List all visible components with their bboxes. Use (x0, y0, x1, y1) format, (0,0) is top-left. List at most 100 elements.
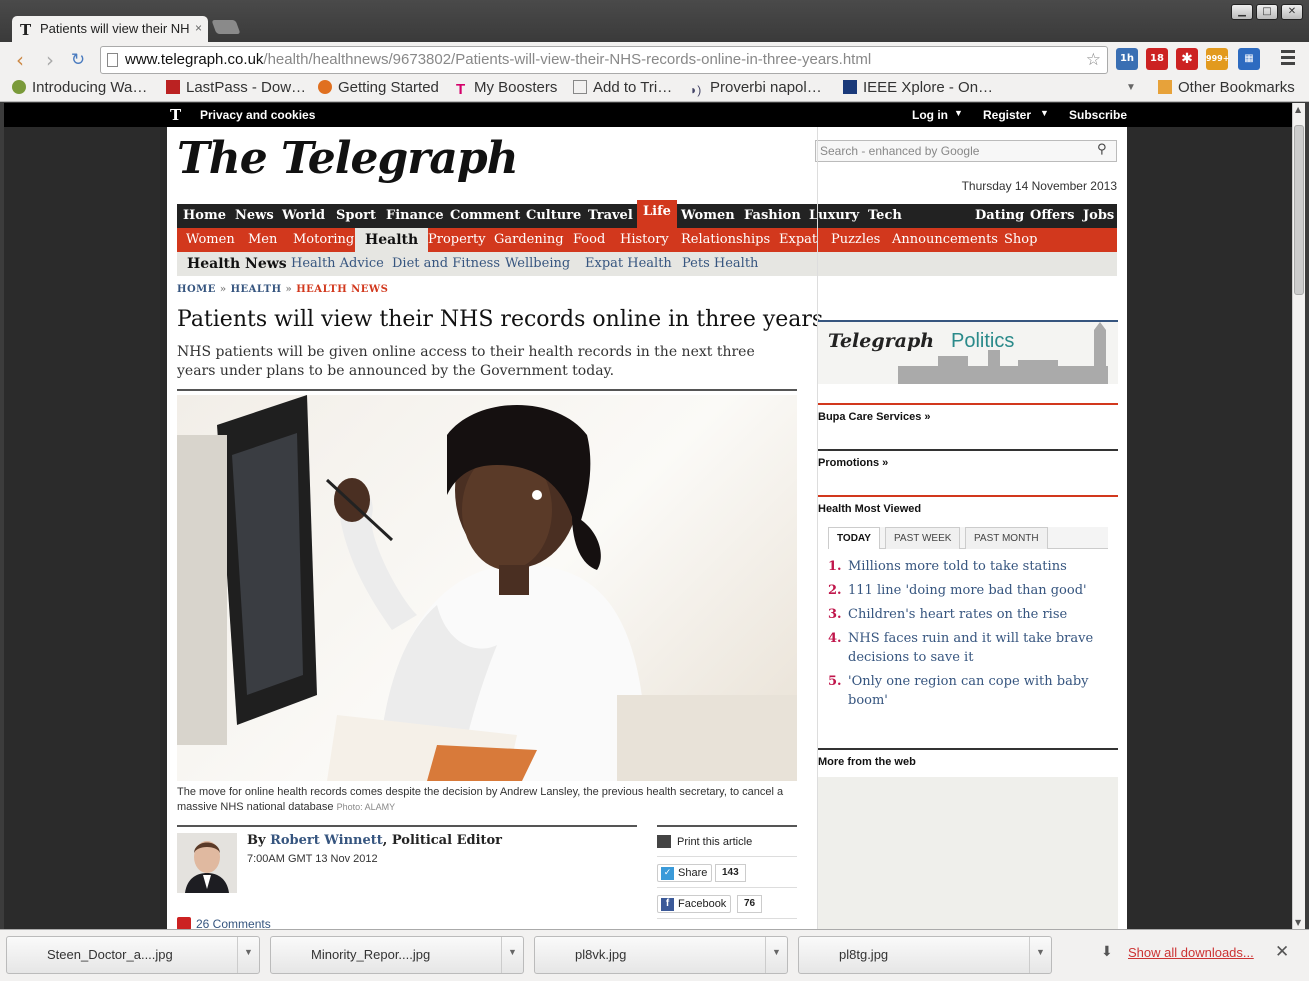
print-link[interactable]: Print this article (677, 836, 752, 848)
bookmark-item[interactable]: ◗) Proverbi napol… (690, 79, 822, 97)
download-item[interactable]: Minority_Repor....jpg ▼ (270, 936, 524, 974)
bookmark-item[interactable]: Add to Tri… (573, 79, 672, 96)
bookmark-item[interactable]: LastPass - Dow… (166, 79, 306, 96)
download-item[interactable]: Steen_Doctor_a....jpg ▼ (6, 936, 260, 974)
woman-at-computer-illustration (177, 395, 797, 781)
login-link[interactable]: Log in (912, 108, 948, 122)
subnav-item[interactable]: Property (428, 232, 486, 247)
reload-icon[interactable]: ↻ (66, 50, 90, 70)
extension-mail-icon[interactable]: 999+ (1206, 48, 1229, 70)
subnav-item[interactable]: Women (186, 232, 235, 247)
extension-grid-icon[interactable]: ▦ (1238, 48, 1260, 70)
audio-icon: ◗) (690, 83, 702, 97)
tab-today[interactable]: TODAY (828, 527, 880, 549)
bookmark-item[interactable]: Introducing Wa… (12, 79, 147, 96)
login-dropdown-icon[interactable]: ▼ (954, 108, 963, 118)
extension-calendar-icon[interactable]: 1h (1116, 48, 1138, 70)
nav-item[interactable]: World (282, 208, 325, 223)
breadcrumb-health[interactable]: HEALTH (231, 284, 282, 295)
author-name-link[interactable]: Robert Winnett (270, 833, 383, 848)
most-viewed-item[interactable]: 3. Children's heart rates on the rise (828, 605, 1108, 624)
extension-lastpass-icon[interactable]: ✱ (1176, 48, 1198, 70)
health-nav-item[interactable]: Wellbeing (505, 256, 570, 271)
most-viewed-item[interactable]: 4. NHS faces ruin and it will take brave … (828, 629, 1108, 667)
close-window-button[interactable]: ✕ (1281, 4, 1303, 20)
most-viewed-item[interactable]: 1. Millions more told to take statins (828, 557, 1108, 576)
show-all-downloads-link[interactable]: Show all downloads... (1128, 945, 1254, 960)
subnav-item[interactable]: Gardening (494, 232, 564, 247)
telegraph-logo[interactable]: The Telegraph (177, 133, 519, 184)
author-portrait-illustration (177, 833, 237, 893)
bupa-link[interactable]: Bupa Care Services » (818, 403, 1118, 423)
address-bar[interactable]: www.telegraph.co.uk/health/healthnews/96… (100, 46, 1108, 74)
maximize-button[interactable]: □ (1256, 4, 1278, 20)
extension-alert-icon[interactable]: 18 (1146, 48, 1168, 70)
nav-item[interactable]: Comment (450, 208, 520, 223)
comments-link[interactable]: 26 Comments (177, 917, 271, 929)
right-sidebar: Telegraph Politics Bupa Care Services » … (817, 127, 1118, 929)
byline: By Robert Winnett, Political Editor 7:00… (177, 825, 637, 893)
health-nav-item[interactable]: Diet and Fitness (392, 256, 500, 271)
nav-item[interactable]: News (235, 208, 274, 223)
scroll-down-icon[interactable]: ▼ (1295, 918, 1301, 927)
subscribe-link[interactable]: Subscribe (1069, 108, 1127, 122)
bookmarks-overflow-icon[interactable]: ▼ (1126, 82, 1136, 93)
scrollbar-thumb[interactable] (1294, 125, 1304, 295)
subnav-item-health-active[interactable]: Health (355, 228, 429, 252)
most-viewed-item[interactable]: 2. 111 line 'doing more bad than good' (828, 581, 1108, 600)
health-nav-item[interactable]: Health Advice (291, 256, 384, 271)
subnav-item[interactable]: Motoring (293, 232, 354, 247)
health-nav-item[interactable]: Pets Health (682, 256, 758, 271)
new-tab-button[interactable] (211, 20, 241, 34)
nav-item[interactable]: Home (183, 208, 226, 223)
register-dropdown-icon[interactable]: ▼ (1040, 108, 1049, 118)
bookmark-item[interactable]: T My Boosters (456, 79, 557, 98)
chrome-menu-icon[interactable] (1281, 50, 1295, 68)
download-menu-icon[interactable]: ▼ (501, 937, 523, 973)
minimize-button[interactable]: ▁ (1231, 4, 1253, 20)
tab-past-month[interactable]: PAST MONTH (965, 527, 1048, 549)
author-avatar[interactable] (177, 833, 237, 893)
browser-tab[interactable]: T Patients will view their NH × (12, 16, 208, 44)
download-item[interactable]: pl8tg.jpg ▼ (798, 936, 1052, 974)
vertical-scrollbar[interactable]: ▲ ▼ (1292, 103, 1305, 929)
download-menu-icon[interactable]: ▼ (237, 937, 259, 973)
share-button[interactable]: ✓ Share (657, 864, 713, 882)
back-icon[interactable]: ‹ (8, 48, 32, 72)
close-downloads-icon[interactable]: ✕ (1275, 942, 1289, 962)
download-item[interactable]: pl8vk.jpg ▼ (534, 936, 788, 974)
nav-item[interactable]: Travel (588, 208, 633, 223)
privacy-link[interactable]: Privacy and cookies (200, 108, 315, 122)
health-nav-item[interactable]: Expat Health (585, 256, 672, 271)
bookmark-star-icon[interactable]: ☆ (1086, 50, 1101, 70)
other-bookmarks[interactable]: Other Bookmarks (1158, 79, 1295, 96)
subnav-item[interactable]: Men (248, 232, 277, 247)
tab-past-week[interactable]: PAST WEEK (885, 527, 961, 549)
breadcrumb-home[interactable]: HOME (177, 284, 216, 295)
telegraph-politics-banner[interactable]: Telegraph Politics (818, 320, 1118, 384)
facebook-button[interactable]: f Facebook (657, 895, 732, 913)
subnav-item[interactable]: Food (573, 232, 605, 247)
download-menu-icon[interactable]: ▼ (1029, 937, 1051, 973)
breadcrumb-health-news[interactable]: HEALTH NEWS (296, 284, 388, 295)
download-menu-icon[interactable]: ▼ (765, 937, 787, 973)
print-row[interactable]: Print this article (657, 827, 797, 857)
nav-item[interactable]: Culture (526, 208, 581, 223)
health-nav-item-active[interactable]: Health News (187, 256, 287, 272)
nav-item[interactable]: Sport (336, 208, 376, 223)
nav-item[interactable]: Fashion (744, 208, 801, 223)
subnav-item[interactable]: History (620, 232, 669, 247)
scroll-up-icon[interactable]: ▲ (1295, 105, 1301, 114)
subnav-item[interactable]: Expat (779, 232, 817, 247)
nav-item[interactable]: Finance (386, 208, 444, 223)
register-link[interactable]: Register (983, 108, 1031, 122)
bookmark-item[interactable]: Getting Started (318, 79, 439, 96)
nav-item[interactable]: Women (681, 208, 735, 223)
bookmark-item[interactable]: IEEE Xplore - On… (843, 79, 993, 96)
most-viewed-item[interactable]: 5. 'Only one region can cope with baby bo… (828, 672, 1108, 710)
nav-item-life-active[interactable]: Life (637, 200, 677, 228)
subnav-item[interactable]: Relationships (681, 232, 770, 247)
promotions-link[interactable]: Promotions » (818, 449, 1118, 469)
forward-icon[interactable]: › (38, 48, 62, 72)
tab-close-icon[interactable]: × (190, 21, 202, 35)
